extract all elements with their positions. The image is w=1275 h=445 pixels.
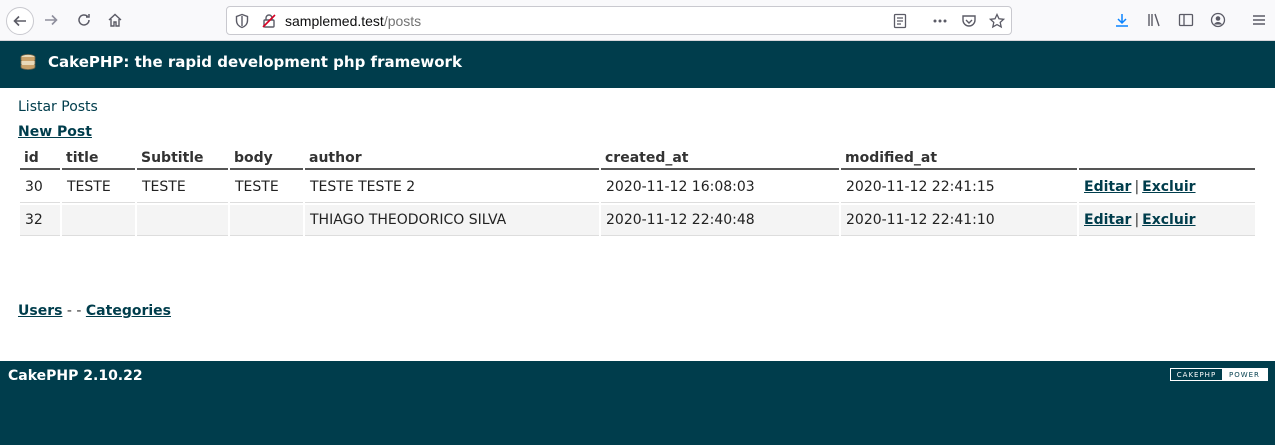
delete-link[interactable]: Excluir bbox=[1142, 212, 1195, 228]
forward-button[interactable] bbox=[39, 8, 63, 32]
delete-link[interactable]: Excluir bbox=[1142, 179, 1195, 195]
cell-body: TESTE bbox=[230, 172, 303, 203]
edit-link[interactable]: Editar bbox=[1084, 212, 1131, 228]
cell-title bbox=[62, 205, 135, 236]
downloads-button[interactable] bbox=[1110, 8, 1134, 32]
nav-links: Users - - Categories bbox=[18, 303, 171, 319]
cell-actions: Editar | Excluir bbox=[1079, 172, 1255, 203]
back-button[interactable] bbox=[6, 7, 34, 35]
users-link[interactable]: Users bbox=[18, 303, 62, 319]
nav-separator: - - bbox=[66, 303, 82, 319]
insecure-lock-icon[interactable] bbox=[261, 13, 277, 29]
url-path: /posts bbox=[383, 13, 422, 29]
menu-button[interactable] bbox=[1247, 8, 1271, 32]
cell-modified-at: 2020-11-12 22:41:10 bbox=[841, 205, 1077, 236]
cake-logo-icon bbox=[20, 54, 36, 70]
library-button[interactable] bbox=[1142, 8, 1166, 32]
url-host: samplemed.test bbox=[285, 13, 384, 29]
action-separator: | bbox=[1134, 212, 1140, 228]
home-icon bbox=[108, 13, 122, 27]
cell-body bbox=[230, 205, 303, 236]
bookmark-star-icon[interactable] bbox=[988, 12, 1006, 29]
arrow-left-icon bbox=[13, 15, 26, 27]
cell-id: 32 bbox=[20, 205, 60, 236]
cell-created-at: 2020-11-12 22:40:48 bbox=[601, 205, 839, 236]
page-title: Listar Posts bbox=[18, 99, 98, 115]
cell-created-at: 2020-11-12 16:08:03 bbox=[601, 172, 839, 203]
cell-actions: Editar | Excluir bbox=[1079, 205, 1255, 236]
site-title[interactable]: CakePHP: the rapid development php frame… bbox=[48, 53, 462, 71]
column-header-body: body bbox=[230, 146, 303, 170]
cell-subtitle bbox=[137, 205, 228, 236]
library-icon bbox=[1148, 13, 1160, 27]
cell-author: THIAGO THEODORICO SILVA bbox=[305, 205, 599, 236]
url-text[interactable]: samplemed.test/posts bbox=[285, 13, 421, 29]
column-header-id: id bbox=[20, 146, 60, 170]
badge-right-text: POWER bbox=[1221, 369, 1267, 380]
app-footer: CakePHP 2.10.22 CAKEPHP POWER bbox=[0, 361, 1275, 445]
cell-id: 30 bbox=[20, 172, 60, 203]
shield-icon[interactable] bbox=[234, 13, 250, 29]
column-header-actions bbox=[1079, 146, 1255, 170]
cell-title: TESTE bbox=[62, 172, 135, 203]
hamburger-icon bbox=[1253, 15, 1265, 25]
edit-link[interactable]: Editar bbox=[1084, 179, 1131, 195]
more-actions-icon[interactable] bbox=[932, 13, 948, 29]
cell-subtitle: TESTE bbox=[137, 172, 228, 203]
app-header: CakePHP: the rapid development php frame… bbox=[0, 41, 1275, 88]
sidebar-icon bbox=[1178, 13, 1194, 27]
categories-link[interactable]: Categories bbox=[86, 303, 171, 319]
cell-author: TESTE TESTE 2 bbox=[305, 172, 599, 203]
column-header-modified-at: modified_at bbox=[841, 146, 1077, 170]
url-bar[interactable]: samplemed.test/posts bbox=[226, 6, 1012, 35]
reload-button[interactable] bbox=[72, 8, 96, 32]
posts-table: id title Subtitle body author created_at… bbox=[18, 144, 1257, 238]
action-separator: | bbox=[1134, 179, 1140, 195]
home-button[interactable] bbox=[103, 8, 127, 32]
account-button[interactable] bbox=[1206, 8, 1230, 32]
cakephp-power-badge[interactable]: CAKEPHP POWER bbox=[1170, 368, 1268, 381]
browser-toolbar: samplemed.test/posts bbox=[0, 0, 1275, 41]
column-header-title: title bbox=[62, 146, 135, 170]
account-icon bbox=[1210, 12, 1226, 28]
column-header-created-at: created_at bbox=[601, 146, 839, 170]
reader-view-icon[interactable] bbox=[892, 13, 908, 29]
framework-version: CakePHP 2.10.22 bbox=[8, 368, 143, 384]
new-post-link[interactable]: New Post bbox=[18, 124, 92, 140]
badge-left-text: CAKEPHP bbox=[1171, 369, 1222, 380]
reload-icon bbox=[78, 14, 90, 26]
table-row: 30 TESTE TESTE TESTE TESTE TESTE 2 2020-… bbox=[20, 172, 1255, 203]
column-header-author: author bbox=[305, 146, 599, 170]
sidebar-button[interactable] bbox=[1174, 8, 1198, 32]
column-header-subtitle: Subtitle bbox=[137, 146, 228, 170]
table-row: 32 THIAGO THEODORICO SILVA 2020-11-12 22… bbox=[20, 205, 1255, 236]
table-header-row: id title Subtitle body author created_at… bbox=[20, 146, 1255, 170]
cell-modified-at: 2020-11-12 22:41:15 bbox=[841, 172, 1077, 203]
arrow-right-icon bbox=[45, 14, 58, 26]
download-icon bbox=[1116, 14, 1128, 27]
pocket-icon[interactable] bbox=[961, 13, 977, 29]
